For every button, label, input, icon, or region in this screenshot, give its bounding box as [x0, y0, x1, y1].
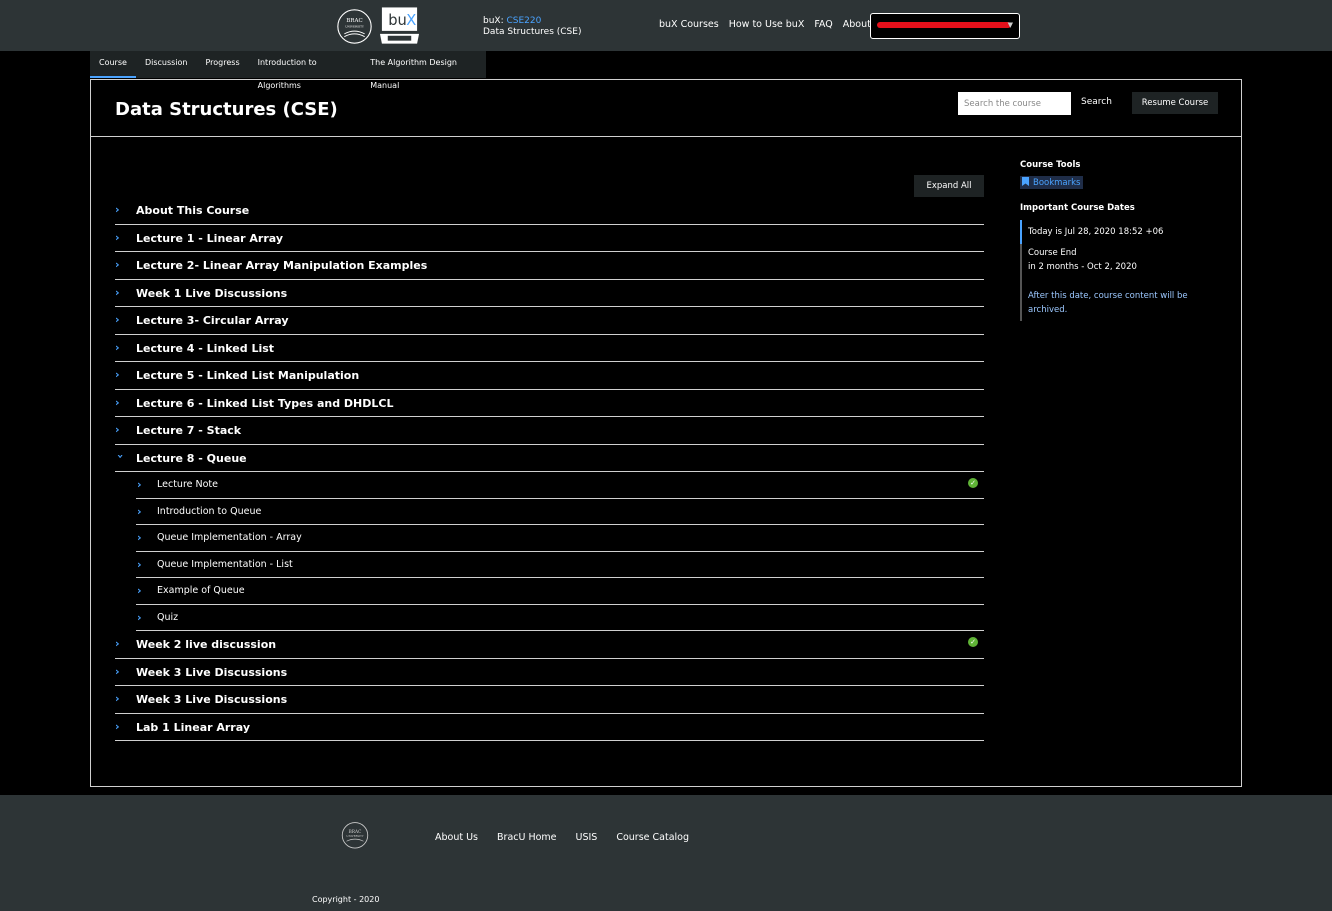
chevron-right-icon: › [137, 531, 142, 544]
nav-how-to-use[interactable]: How to Use buX [729, 19, 805, 30]
subsection-introduction-to-queue[interactable]: › Introduction to Queue [136, 499, 984, 525]
redacted-username [877, 22, 1011, 28]
course-main: Data Structures (CSE) Search Resume Cour… [90, 79, 1242, 787]
section-lecture-7[interactable]: › Lecture 7 - Stack [115, 417, 984, 445]
svg-text:UNIVERSITY: UNIVERSITY [346, 835, 363, 838]
chevron-down-icon: › [114, 453, 127, 459]
section-lecture-1[interactable]: › Lecture 1 - Linear Array [115, 225, 984, 252]
course-dates: Today is Jul 28, 2020 18:52 +06 Course E… [1020, 220, 1220, 321]
expand-all-button[interactable]: Expand All [914, 175, 984, 197]
section-week-3-live-2[interactable]: › Week 3 Live Discussions [115, 686, 984, 714]
subsection-example-of-queue[interactable]: › Example of Queue [136, 578, 984, 605]
section-lab-1[interactable]: › Lab 1 Linear Array [115, 714, 984, 741]
important-dates-heading: Important Course Dates [1020, 203, 1135, 213]
check-circle-icon: ✓ [968, 478, 978, 488]
subsection-quiz[interactable]: › Quiz [136, 605, 984, 631]
top-nav: buX Courses How to Use buX FAQ About Us [659, 19, 886, 30]
footer-bracu-home[interactable]: BracU Home [497, 832, 557, 843]
course-end-label: Course End [1028, 248, 1077, 258]
chevron-right-icon: › [137, 610, 142, 624]
course-outline: › About This Course › Lecture 1 - Linear A… [114, 197, 984, 741]
bux-logo[interactable]: bu X [378, 6, 421, 46]
footer-about-us[interactable]: About Us [435, 832, 478, 843]
svg-text:BRAC: BRAC [349, 830, 362, 835]
chevron-right-icon: › [115, 203, 120, 216]
tab-discussion[interactable]: Discussion [136, 51, 197, 78]
svg-text:bu: bu [388, 12, 407, 29]
course-identifier: buX: CSE220 [483, 15, 541, 27]
subsection-queue-array[interactable]: › Queue Implementation - Array [136, 525, 984, 552]
section-lecture-8[interactable]: › Lecture 8 - Queue [114, 445, 984, 472]
footer-usis[interactable]: USIS [576, 832, 598, 843]
section-lecture-5[interactable]: › Lecture 5 - Linked List Manipulation [115, 362, 984, 390]
section-lecture-2[interactable]: › Lecture 2- Linear Array Manipulation Ex… [115, 252, 984, 280]
chevron-right-icon: › [115, 313, 120, 326]
section-week-1-live[interactable]: › Week 1 Live Discussions [115, 280, 984, 307]
chevron-right-icon: › [115, 368, 120, 381]
bookmark-icon [1022, 177, 1029, 186]
footer-course-catalog[interactable]: Course Catalog [616, 832, 689, 843]
course-code-link[interactable]: CSE220 [507, 16, 542, 26]
brac-university-logo[interactable]: BRAC UNIVERSITY [336, 8, 373, 45]
section-about-this-course[interactable]: › About This Course [115, 197, 984, 225]
site-footer: BRAC UNIVERSITY About Us BracU Home USIS… [0, 795, 1332, 911]
chevron-right-icon: › [115, 637, 120, 650]
tab-course[interactable]: Course [90, 51, 136, 78]
course-tabs: Course Discussion Progress Introduction … [90, 51, 486, 90]
resume-course-button[interactable]: Resume Course [1132, 92, 1218, 114]
chevron-right-icon: › [137, 504, 142, 518]
top-header: BRAC UNIVERSITY bu X buX: CSE220 Data St… [0, 0, 1332, 51]
archive-note: After this date, course content will be … [1028, 291, 1188, 315]
svg-text:BRAC: BRAC [346, 18, 363, 24]
brac-university-footer-logo[interactable]: BRAC UNIVERSITY [338, 820, 372, 854]
section-lecture-4[interactable]: › Lecture 4 - Linked List [115, 335, 984, 362]
search-input[interactable] [958, 92, 1071, 115]
user-menu-dropdown[interactable]: ▼ [870, 13, 1020, 39]
chevron-right-icon: › [137, 557, 142, 571]
search-button[interactable]: Search [1081, 97, 1112, 107]
section-week-2-live[interactable]: › Week 2 live discussion ✓ [115, 631, 984, 659]
chevron-right-icon: › [115, 258, 120, 271]
page-title: Data Structures (CSE) [115, 99, 338, 120]
svg-text:X: X [406, 12, 416, 29]
section-week-3-live[interactable]: › Week 3 Live Discussions [115, 659, 984, 686]
section-lecture-6[interactable]: › Lecture 6 - Linked List Types and DHDLC… [115, 390, 984, 417]
course-name: Data Structures (CSE) [483, 27, 582, 37]
course-end-value: in 2 months - Oct 2, 2020 [1028, 262, 1137, 272]
course-tools-heading: Course Tools [1020, 160, 1081, 170]
bookmarks-link[interactable]: Bookmarks [1020, 176, 1083, 189]
chevron-right-icon: › [115, 719, 120, 733]
subsection-queue-list[interactable]: › Queue Implementation - List [136, 552, 984, 578]
tab-introduction-to-algorithms[interactable]: Introduction to Algorithms [249, 51, 362, 90]
chevron-right-icon: › [115, 285, 120, 299]
chevron-down-icon: ▼ [1007, 21, 1013, 29]
brand-prefix: buX: [483, 16, 504, 26]
chevron-right-icon: › [115, 423, 120, 436]
copyright: Copyright - 2020 [312, 895, 380, 904]
today-date: Today is Jul 28, 2020 18:52 +06 [1020, 220, 1220, 244]
chevron-right-icon: › [115, 692, 120, 705]
subsection-lecture-note[interactable]: › Lecture Note ✓ [136, 472, 984, 499]
nav-bux-courses[interactable]: buX Courses [659, 19, 719, 30]
section-lecture-3[interactable]: › Lecture 3- Circular Array [115, 307, 984, 335]
course-sidebar: Course Tools Bookmarks Important Course … [1020, 160, 1220, 321]
svg-text:UNIVERSITY: UNIVERSITY [345, 24, 364, 28]
page-header: Data Structures (CSE) Search Resume Cour… [91, 80, 1241, 137]
tab-algorithm-design-manual[interactable]: The Algorithm Design Manual [361, 51, 486, 90]
nav-faq[interactable]: FAQ [814, 19, 832, 30]
check-circle-icon: ✓ [968, 637, 978, 647]
chevron-right-icon: › [137, 478, 142, 491]
chevron-right-icon: › [115, 230, 120, 244]
chevron-right-icon: › [115, 395, 120, 409]
tab-progress[interactable]: Progress [196, 51, 248, 78]
footer-nav: About Us BracU Home USIS Course Catalog [435, 832, 689, 843]
chevron-right-icon: › [115, 664, 120, 678]
chevron-right-icon: › [137, 584, 142, 597]
chevron-right-icon: › [115, 340, 120, 354]
